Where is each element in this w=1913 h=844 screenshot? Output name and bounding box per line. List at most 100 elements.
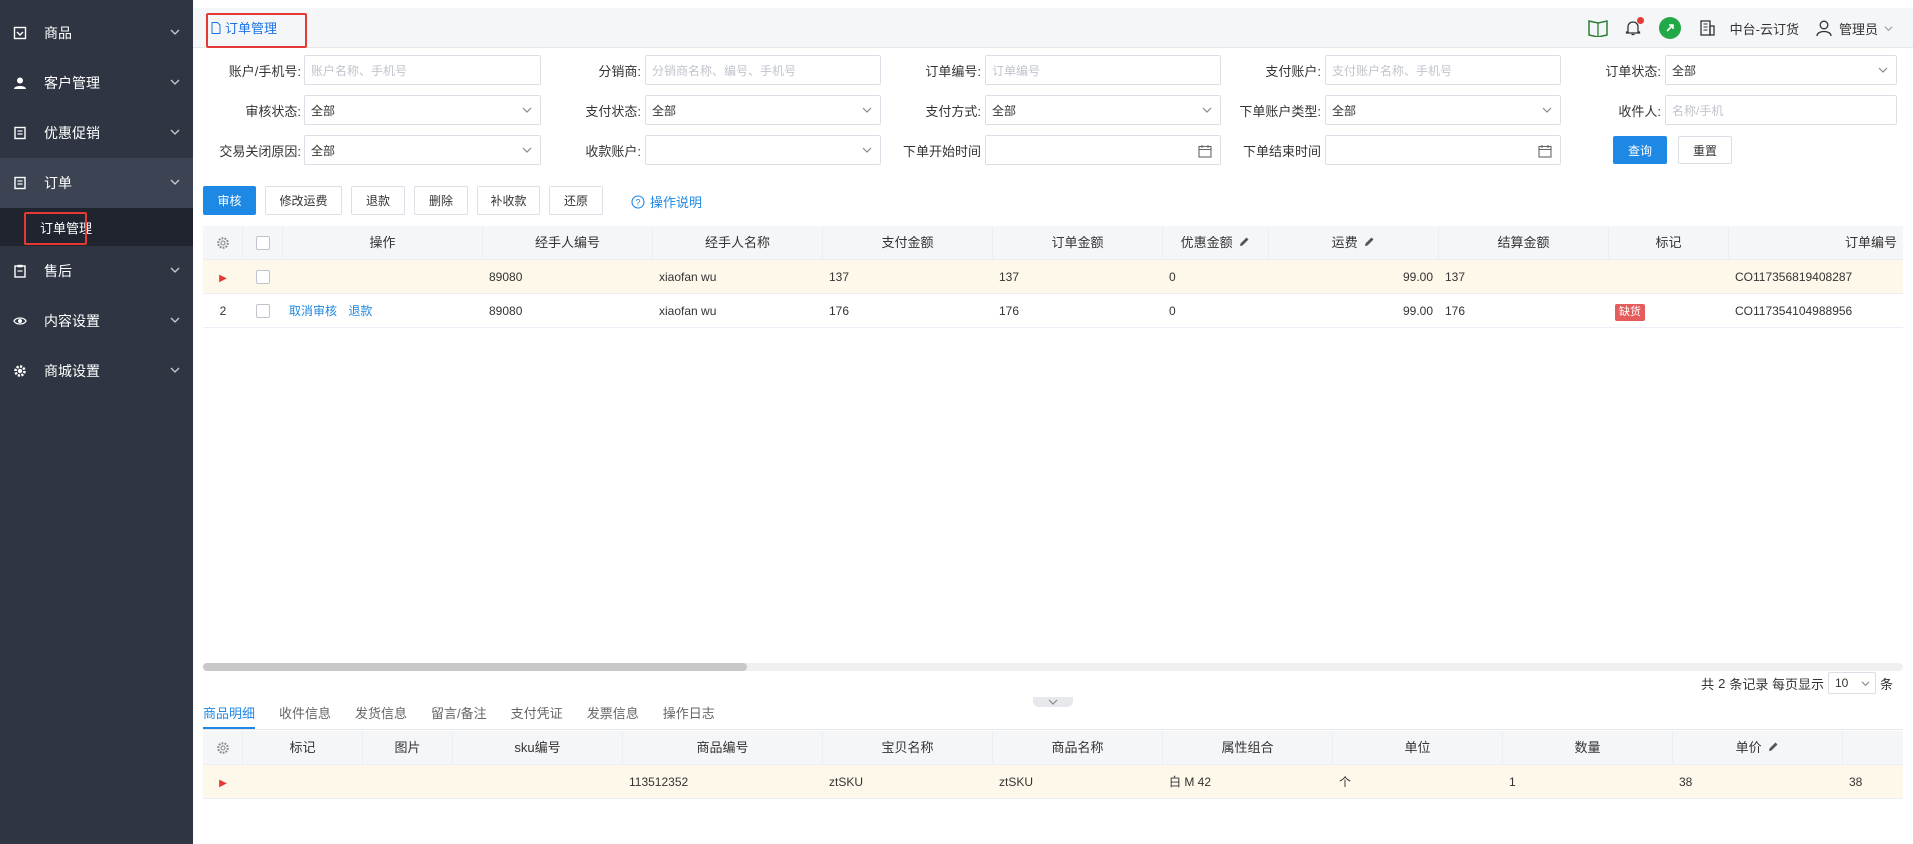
- row-check-cell: [243, 294, 283, 328]
- receiver-input[interactable]: 名称/手机: [1665, 95, 1897, 125]
- supplement-payment-button[interactable]: 补收款: [477, 186, 540, 215]
- row-checkbox[interactable]: [256, 304, 270, 319]
- filter-receiver: 收件人: 名称/手机: [1553, 95, 1897, 125]
- horizontal-scrollbar[interactable]: [203, 663, 1903, 671]
- restore-button[interactable]: 还原: [549, 186, 603, 215]
- header-order-amount: 订单金额: [993, 226, 1163, 260]
- scrollbar-thumb[interactable]: [203, 663, 747, 671]
- building-icon: [1699, 20, 1715, 36]
- cell-handler-name: xiaofan wu: [659, 303, 717, 318]
- chevron-down-icon: [170, 367, 180, 373]
- select-value: 全部: [311, 143, 336, 158]
- cancel-audit-link[interactable]: 取消审核: [289, 304, 337, 318]
- help-link[interactable]: ? 操作说明: [631, 192, 702, 211]
- filter-label: 订单状态:: [1605, 63, 1661, 79]
- sidebar-item-label: 优惠促销: [44, 125, 100, 141]
- filter-label: 审核状态:: [245, 103, 301, 119]
- reset-button[interactable]: 重置: [1678, 136, 1732, 164]
- sidebar-item-label: 客户管理: [44, 75, 100, 91]
- chevron-down-icon: [1048, 699, 1058, 705]
- sidebar-subitem-order-management[interactable]: 订单管理: [0, 208, 193, 246]
- pay-method-select[interactable]: 全部: [985, 95, 1221, 125]
- sidebar-item-label: 商城设置: [44, 363, 100, 379]
- pay-status-select[interactable]: 全部: [645, 95, 881, 125]
- page-size-select[interactable]: 10: [1827, 672, 1876, 694]
- delete-button[interactable]: 删除: [414, 186, 468, 215]
- pay-account-input[interactable]: 支付账户名称、手机号: [1325, 55, 1561, 85]
- book-icon[interactable]: [1587, 19, 1608, 37]
- sidebar-item-label: 商品: [44, 25, 72, 41]
- query-button[interactable]: 查询: [1613, 136, 1667, 164]
- table-row[interactable]: 2 取消审核 退款 89080 xiaofan wu 176 176 0 99.…: [203, 294, 1903, 328]
- sidebar-item-orders[interactable]: 订单: [0, 158, 193, 208]
- column-settings[interactable]: [203, 226, 243, 260]
- tab-order-management[interactable]: 订单管理: [211, 18, 277, 37]
- out-of-stock-badge: 缺货: [1615, 303, 1645, 321]
- filter-distributor: 分销商: 分销商名称、编号、手机号: [533, 55, 881, 85]
- cell-tag: [243, 765, 363, 799]
- header-settle: 结算金额: [1439, 226, 1609, 260]
- audit-button[interactable]: 审核: [203, 186, 256, 215]
- sidebar-item-mall-settings[interactable]: 商城设置: [0, 346, 193, 396]
- sidebar-item-promotions[interactable]: 优惠促销: [0, 108, 193, 158]
- chevron-down-icon: [170, 129, 180, 135]
- chevron-down-icon: [1884, 25, 1893, 31]
- edit-freight-button[interactable]: 修改运费: [265, 186, 342, 215]
- order-status-select[interactable]: 全部: [1665, 55, 1897, 85]
- start-time-picker[interactable]: [985, 135, 1221, 165]
- sidebar-item-aftersales[interactable]: 售后: [0, 246, 193, 296]
- order-no-input[interactable]: 订单编号: [985, 55, 1221, 85]
- receive-account-select[interactable]: [645, 135, 881, 165]
- cell-tag: 缺货: [1609, 294, 1729, 328]
- account-type-select[interactable]: 全部: [1325, 95, 1561, 125]
- header-image: 图片: [363, 731, 453, 765]
- cell-discount: 0: [1169, 269, 1176, 284]
- chevron-down-icon: [170, 179, 180, 185]
- close-reason-select[interactable]: 全部: [304, 135, 541, 165]
- panel-collapse-toggle[interactable]: [1033, 697, 1073, 707]
- header-label: 运费: [1331, 234, 1358, 250]
- edit-icon[interactable]: [1364, 236, 1375, 247]
- distributor-input[interactable]: 分销商名称、编号、手机号: [645, 55, 881, 85]
- tab-payment-proof[interactable]: 支付凭证: [511, 703, 563, 729]
- filter-close-reason: 交易关闭原因: 全部: [193, 135, 541, 165]
- tab-invoice-info[interactable]: 发票信息: [587, 703, 639, 729]
- user-menu[interactable]: 管理员: [1815, 19, 1893, 38]
- tab-shipping-info[interactable]: 发货信息: [355, 703, 407, 729]
- filter-order-status: 订单状态: 全部: [1553, 55, 1897, 85]
- row-checkbox[interactable]: [256, 270, 270, 285]
- clipboard-icon: [12, 263, 28, 279]
- cell-image: [363, 765, 453, 799]
- cell-product-no: 113512352: [629, 774, 689, 789]
- user-name: 管理员: [1838, 21, 1878, 37]
- header-qty: 数量: [1503, 731, 1673, 765]
- tab-receiver-info[interactable]: 收件信息: [279, 703, 331, 729]
- select-value: 全部: [992, 103, 1017, 118]
- store-switcher[interactable]: 中台-云订货: [1698, 19, 1799, 38]
- header-ops: 操作: [283, 226, 483, 260]
- audit-status-select[interactable]: 全部: [304, 95, 541, 125]
- select-all-checkbox[interactable]: [255, 236, 270, 251]
- tab-product-detail[interactable]: 商品明细: [203, 703, 256, 729]
- filter-order-no: 订单编号: 订单编号: [873, 55, 1221, 85]
- link-icon[interactable]: [1658, 16, 1682, 40]
- filter-label: 订单编号:: [925, 63, 981, 79]
- refund-link[interactable]: 退款: [348, 304, 372, 318]
- refund-button[interactable]: 退款: [351, 186, 405, 215]
- header-item-name: 宝贝名称: [823, 731, 993, 765]
- bell-icon[interactable]: [1624, 17, 1644, 37]
- table-row[interactable]: ▶ 113512352 ztSKU ztSKU 白 M 42 个 1 38 38: [203, 765, 1903, 799]
- sidebar-item-content-settings[interactable]: 内容设置: [0, 296, 193, 346]
- tab-remarks[interactable]: 留言/备注: [431, 703, 487, 729]
- sidebar-item-customers[interactable]: 客户管理: [0, 58, 193, 108]
- end-time-picker[interactable]: [1325, 135, 1561, 165]
- account-input[interactable]: 账户名称、手机号: [304, 55, 541, 85]
- tab-operation-log[interactable]: 操作日志: [663, 703, 715, 729]
- placeholder: 名称/手机: [1672, 103, 1724, 118]
- header-handler-name: 经手人名称: [653, 226, 823, 260]
- edit-icon[interactable]: [1239, 236, 1250, 247]
- edit-icon[interactable]: [1768, 741, 1779, 752]
- sidebar-item-goods[interactable]: 商品: [0, 8, 193, 58]
- column-settings[interactable]: [203, 731, 243, 765]
- table-row[interactable]: ▶ 89080 xiaofan wu 137 137 0 99.00 137 C…: [203, 260, 1903, 294]
